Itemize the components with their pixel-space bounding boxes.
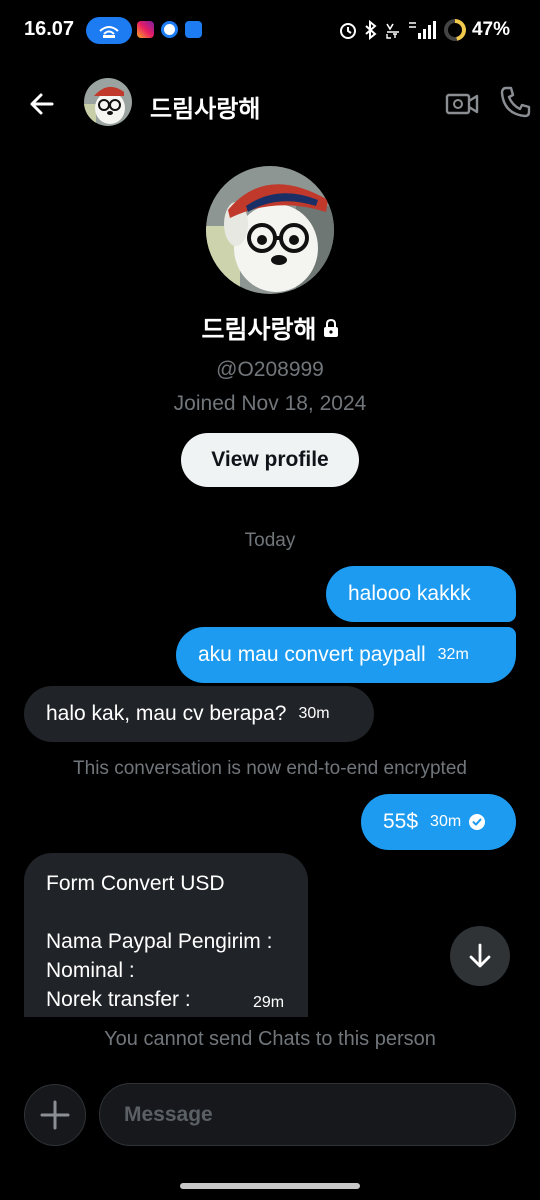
profile-avatar[interactable] (206, 166, 334, 294)
message-line: Form Convert USD (46, 872, 225, 895)
message-bubble-incoming[interactable]: halo kak, mau cv berapa? 30m (24, 686, 374, 742)
signal-icon (408, 21, 436, 39)
message-text: halo kak, mau cv berapa? (46, 702, 287, 725)
encryption-notice: This conversation is now end-to-end encr… (73, 758, 467, 779)
message-time: 29m (253, 994, 285, 1011)
phone-icon (500, 86, 531, 118)
chat-header: 드림사랑해 (0, 62, 540, 146)
view-profile-button[interactable]: View profile (181, 433, 359, 487)
battery-level: 47% (471, 19, 510, 40)
message-line (46, 898, 286, 927)
message-bubble-outgoing[interactable]: halooo kakkk (326, 566, 516, 622)
volte-icon (386, 23, 399, 39)
message-line: Nominal : (46, 959, 135, 982)
back-arrow-icon (30, 93, 54, 115)
message-time: 30m (298, 705, 330, 722)
hotspot-icon (86, 17, 132, 44)
message-input[interactable] (99, 1083, 516, 1146)
video-call-icon (445, 93, 479, 115)
add-attachment-button[interactable] (24, 1084, 86, 1146)
profile-name-row: 드림사랑해 (0, 310, 540, 346)
profile-name: 드림사랑해 (201, 316, 317, 344)
store-icon (185, 21, 202, 38)
status-time: 16.07 (24, 18, 75, 40)
message-bubble-outgoing[interactable]: 55$ 30m (361, 794, 516, 850)
plus-icon (40, 1100, 70, 1130)
video-call-button[interactable] (444, 86, 480, 122)
back-button[interactable] (22, 84, 62, 124)
cannot-send-notice: You cannot send Chats to this person (104, 1028, 436, 1050)
message-text: aku mau convert paypall (198, 643, 426, 666)
instagram-icon (137, 21, 154, 38)
phone-call-button[interactable] (498, 84, 534, 120)
browser-icon (161, 21, 178, 38)
profile-handle: @O208999 (216, 358, 324, 381)
message-bubble-incoming[interactable]: Form Convert USD Nama Paypal Pengirim : … (24, 853, 308, 1017)
scroll-to-bottom-button[interactable] (450, 926, 510, 986)
home-indicator[interactable] (180, 1183, 360, 1189)
battery-icon (443, 19, 466, 41)
bluetooth-icon (365, 20, 377, 40)
message-time: 30m (430, 813, 462, 830)
alarm-icon (339, 23, 356, 39)
arrow-down-icon (469, 943, 491, 968)
message-line: Norek transfer : (46, 988, 191, 1011)
day-separator: Today (244, 530, 296, 551)
message-time: 32m (437, 646, 469, 663)
lock-icon (323, 319, 338, 337)
status-bar: 16.07 47% (0, 0, 540, 62)
profile-summary: 드림사랑해 @O208999 Joined Nov 18, 2024 View … (0, 166, 540, 487)
read-check-icon (469, 814, 486, 830)
message-line: Nama Paypal Pengirim : (46, 930, 273, 953)
profile-joined-date: Joined Nov 18, 2024 (173, 392, 367, 415)
header-name: 드림사랑해 (150, 96, 261, 123)
header-avatar[interactable] (84, 78, 132, 126)
message-text: 55$ (383, 810, 419, 833)
message-bubble-outgoing[interactable]: aku mau convert paypall 32m (176, 627, 516, 683)
message-text: halooo kakkk (348, 582, 471, 605)
status-icons: 47% (338, 16, 510, 44)
